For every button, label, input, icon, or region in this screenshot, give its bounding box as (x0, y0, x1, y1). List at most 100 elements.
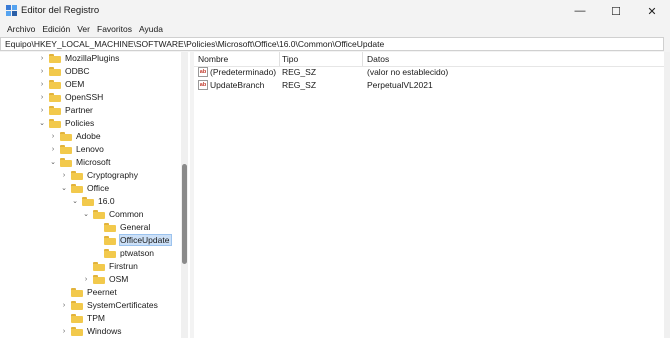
tree-item-adobe[interactable]: › Adobe (49, 130, 101, 142)
folder-icon (104, 248, 116, 258)
tree-item-label: OpenSSH (65, 92, 104, 102)
value-type: REG_SZ (282, 80, 317, 90)
chevron-right-icon[interactable]: › (60, 302, 68, 309)
chevron-right-icon[interactable]: › (60, 172, 68, 179)
tree-item-windows[interactable]: › Windows (60, 325, 122, 337)
tree-item-partner[interactable]: › Partner (38, 104, 93, 116)
chevron-right-icon[interactable]: › (49, 146, 57, 153)
chevron-right-icon[interactable]: › (38, 94, 46, 101)
tree-item-firstrun[interactable]: Firstrun (82, 260, 138, 272)
tree-item-label: OSM (109, 274, 129, 284)
menu-ver[interactable]: Ver (77, 24, 90, 34)
tree-item-microsoft[interactable]: ⌄ Microsoft (49, 156, 110, 168)
window-title: Editor del Registro (21, 5, 100, 16)
tree-item-label: SystemCertificates (87, 300, 158, 310)
chevron-down-icon[interactable]: ⌄ (82, 210, 90, 218)
folder-icon (82, 196, 94, 206)
tree-item-label: Windows (87, 326, 122, 336)
close-button[interactable]: ✕ (634, 0, 670, 22)
folder-icon (49, 92, 61, 102)
folder-icon (71, 313, 83, 323)
folder-icon (49, 105, 61, 115)
value-row-predeterminado[interactable]: ab (Predeterminado) REG_SZ (valor no est… (194, 66, 664, 79)
tree-item-office[interactable]: ⌄ Office (60, 182, 109, 194)
folder-icon (71, 326, 83, 336)
tree-item-general[interactable]: General (93, 221, 150, 233)
tree-item-label: ODBC (65, 66, 90, 76)
tree-item-odbc[interactable]: › ODBC (38, 65, 90, 77)
tree-item-ptwatson[interactable]: ptwatson (93, 247, 154, 259)
tree-item-label: Microsoft (76, 157, 111, 167)
chevron-right-icon[interactable]: › (38, 68, 46, 75)
tree-item-label: Policies (65, 118, 95, 128)
tree-item-peernet[interactable]: Peernet (60, 286, 117, 298)
tree-item-label: Office (87, 183, 110, 193)
menu-edicion[interactable]: Edición (42, 24, 70, 34)
chevron-right-icon[interactable]: › (49, 133, 57, 140)
tree-item-tpm[interactable]: TPM (60, 312, 105, 324)
menu-bar: Archivo Edición Ver Favoritos Ayuda (0, 22, 670, 36)
folder-icon (49, 118, 61, 128)
tree-item-oem[interactable]: › OEM (38, 78, 85, 90)
tree-item-16-0[interactable]: ⌄ 16.0 (71, 195, 115, 207)
registry-editor-icon (6, 5, 17, 16)
title-bar: Editor del Registro — ☐ ✕ (0, 0, 670, 22)
tree-item-openssh[interactable]: › OpenSSH (38, 91, 103, 103)
folder-icon (93, 274, 105, 284)
folder-icon (60, 157, 72, 167)
tree-scrollbar-thumb[interactable] (182, 164, 187, 264)
tree-item-label: 16.0 (98, 196, 115, 206)
chevron-down-icon[interactable]: ⌄ (38, 119, 46, 127)
chevron-down-icon[interactable]: ⌄ (60, 184, 68, 192)
chevron-down-icon[interactable]: ⌄ (71, 197, 79, 205)
tree-item-mozillaplugins[interactable]: › MozillaPlugins (38, 52, 120, 64)
menu-ayuda[interactable]: Ayuda (139, 24, 163, 34)
menu-archivo[interactable]: Archivo (7, 24, 35, 34)
tree-item-label: MozillaPlugins (65, 53, 120, 63)
minimize-button[interactable]: — (562, 0, 598, 22)
folder-icon (60, 131, 72, 141)
folder-icon (104, 235, 116, 245)
folder-icon (49, 66, 61, 76)
values-scrollbar[interactable] (664, 52, 670, 338)
tree-item-label: Adobe (76, 131, 101, 141)
folder-icon (71, 170, 83, 180)
tree-item-cryptography[interactable]: › Cryptography (60, 169, 138, 181)
chevron-right-icon[interactable]: › (38, 55, 46, 62)
value-row-updatebranch[interactable]: ab UpdateBranch REG_SZ PerpetualVL2021 (194, 79, 664, 92)
column-header-type[interactable]: Tipo (282, 54, 298, 64)
key-tree-pane[interactable]: › MozillaPlugins › ODBC › OEM › OpenSSH › Par… (0, 52, 191, 338)
tree-item-label: Cryptography (87, 170, 139, 180)
column-header-name[interactable]: Nombre (198, 54, 228, 64)
tree-scrollbar[interactable] (181, 52, 188, 338)
chevron-right-icon[interactable]: › (60, 328, 68, 335)
column-header-data[interactable]: Datos (367, 54, 389, 64)
chevron-right-icon[interactable]: › (38, 107, 46, 114)
tree-item-label: ptwatson (120, 248, 155, 258)
folder-icon (104, 222, 116, 232)
tree-item-osm[interactable]: › OSM (82, 273, 129, 285)
tree-item-policies[interactable]: ⌄ Policies (38, 117, 94, 129)
tree-item-lenovo[interactable]: › Lenovo (49, 143, 104, 155)
values-header: Nombre Tipo Datos (194, 52, 664, 67)
address-bar[interactable]: Equipo\HKEY_LOCAL_MACHINE\SOFTWARE\Polic… (0, 37, 664, 51)
tree-item-label: Partner (65, 105, 93, 115)
tree-item-systemcertificates[interactable]: › SystemCertificates (60, 299, 158, 311)
folder-icon (71, 287, 83, 297)
chevron-right-icon[interactable]: › (38, 81, 46, 88)
value-name: (Predeterminado) (210, 67, 277, 77)
tree-item-officeupdate[interactable]: OfficeUpdate (93, 234, 173, 246)
tree-item-label: Common (109, 209, 144, 219)
column-divider[interactable] (279, 52, 280, 66)
menu-favoritos[interactable]: Favoritos (97, 24, 132, 34)
chevron-down-icon[interactable]: ⌄ (49, 158, 57, 166)
values-pane[interactable]: Nombre Tipo Datos ab (Predeterminado) RE… (194, 52, 664, 338)
maximize-button[interactable]: ☐ (598, 0, 634, 22)
registry-editor-window: Editor del Registro — ☐ ✕ Archivo Edició… (0, 0, 670, 338)
value-name: UpdateBranch (210, 80, 265, 90)
chevron-right-icon[interactable]: › (82, 276, 90, 283)
column-divider[interactable] (362, 52, 363, 66)
string-value-icon: ab (198, 80, 208, 90)
folder-icon (71, 300, 83, 310)
tree-item-common[interactable]: ⌄ Common (82, 208, 143, 220)
